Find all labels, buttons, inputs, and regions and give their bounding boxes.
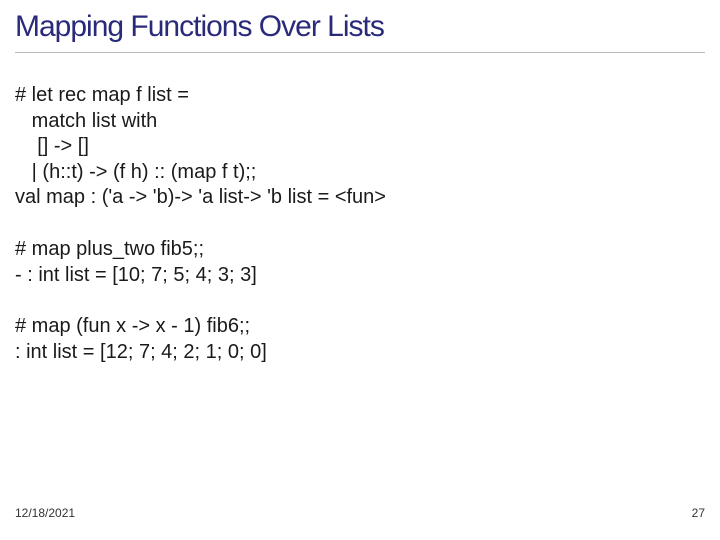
footer-page-number: 27 xyxy=(692,506,705,520)
code-block-map-definition: # let rec map f list = match list with [… xyxy=(15,83,705,211)
code-block-minus-one-example: # map (fun x -> x - 1) fib6;; : int list… xyxy=(15,314,705,365)
page-title: Mapping Functions Over Lists xyxy=(15,10,705,53)
footer: 12/18/2021 27 xyxy=(15,506,705,520)
code-block-plus-two-example: # map plus_two fib5;; - : int list = [10… xyxy=(15,237,705,288)
footer-date: 12/18/2021 xyxy=(15,506,75,520)
